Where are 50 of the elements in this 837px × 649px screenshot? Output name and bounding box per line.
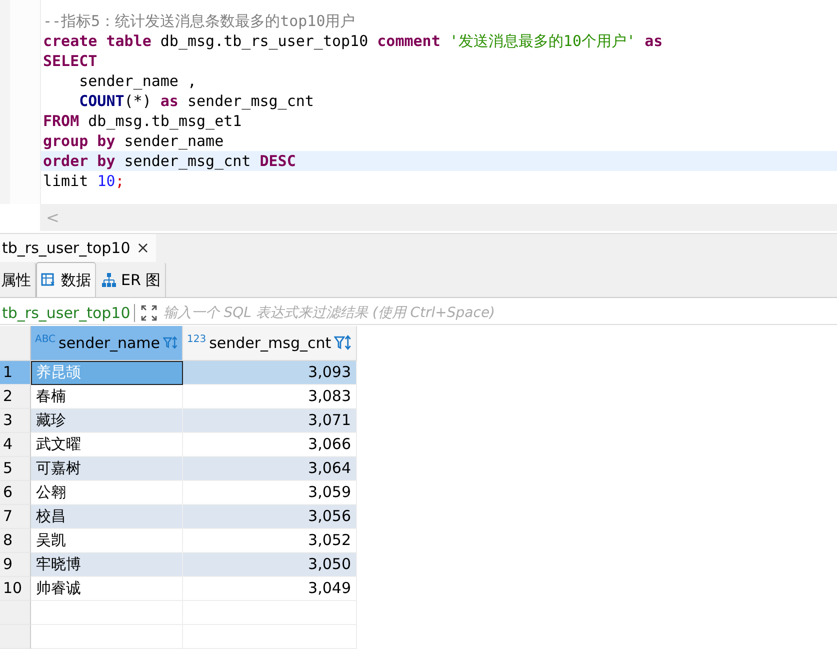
table-cell: 可嘉树 <box>31 456 183 481</box>
table-cell: 吴凯 <box>31 528 183 553</box>
table-cell: 3,083 <box>183 384 357 409</box>
row-number: 7 <box>0 504 31 529</box>
table-cell: 3,059 <box>183 480 357 505</box>
code-line: create table db_msg.tb_rs_user_top10 comment '发送消息最多的10个用户' as <box>42 31 664 51</box>
code-line: COUNT(*) as sender_msg_cnt <box>78 91 315 111</box>
row-number: 8 <box>0 528 31 553</box>
close-icon[interactable]: × <box>136 238 150 258</box>
code-line: --指标5：统计发送消息条数最多的top10用户 <box>42 11 356 31</box>
result-tab[interactable]: tb_rs_user_top10 × <box>0 234 156 262</box>
table-cell: 校昌 <box>31 504 183 529</box>
table-name: tb_rs_user_top10 <box>2 304 136 322</box>
table-cell: 3,093 <box>183 360 357 385</box>
table-cell: 3,066 <box>183 432 357 457</box>
table-cell: 牢晓博 <box>31 552 183 577</box>
table-cell: 3,071 <box>183 408 357 433</box>
table-cell: 帅睿诚 <box>31 576 183 601</box>
table-cell: 公翱 <box>31 480 183 505</box>
hierarchy-icon <box>101 272 117 288</box>
table-cell: 武文曜 <box>31 432 183 457</box>
row-number <box>0 624 31 649</box>
code-line: FROM db_msg.tb_msg_et1 <box>42 111 243 131</box>
code-line: group by sender_name <box>42 131 225 151</box>
code-line: sender_name , <box>78 71 198 91</box>
table-icon <box>41 272 57 288</box>
row-number: 1 <box>0 360 31 385</box>
table-cell: 藏珍 <box>31 408 183 433</box>
table-cell: 3,049 <box>183 576 357 601</box>
row-number: 9 <box>0 552 31 577</box>
code-line: SELECT <box>42 51 98 71</box>
table-cell: 春楠 <box>31 384 183 409</box>
row-number: 10 <box>0 576 31 601</box>
row-number: 4 <box>0 432 31 457</box>
table-cell: 养昆颉 <box>31 360 183 385</box>
row-number: 3 <box>0 408 31 433</box>
row-number: 5 <box>0 456 31 481</box>
view-tab[interactable]: 数据 <box>36 262 96 298</box>
table-cell: 3,052 <box>183 528 357 553</box>
row-number <box>0 600 31 625</box>
grid-corner <box>0 326 31 361</box>
table-cell: 3,056 <box>183 504 357 529</box>
filter-sort-icon[interactable] <box>334 334 352 351</box>
row-number: 2 <box>0 384 31 409</box>
expand-icon[interactable] <box>141 304 158 321</box>
table-cell: 3,050 <box>183 552 357 577</box>
table-cell: 3,064 <box>183 456 357 481</box>
row-number: 6 <box>0 480 31 505</box>
code-line: limit 10; <box>42 171 126 191</box>
view-tab[interactable]: 属性 <box>0 262 36 298</box>
